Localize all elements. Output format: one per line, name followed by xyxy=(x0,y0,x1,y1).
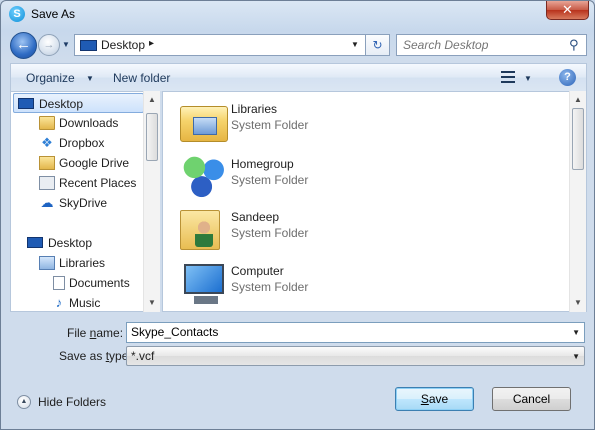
sidebar-item-skydrive[interactable]: ☁ SkyDrive xyxy=(13,193,144,213)
save-as-dialog: S Save As ✕ ← → ▼ Desktop ▸ ▼ ↻ ⚲ Organi… xyxy=(0,0,595,430)
collapse-icon[interactable]: ▲ xyxy=(17,395,31,409)
list-item[interactable]: Homegroup System Folder xyxy=(175,151,555,203)
save-button[interactable]: Save xyxy=(395,387,474,411)
address-bar[interactable]: Desktop ▸ ▼ xyxy=(74,34,366,56)
scrollbar-thumb[interactable] xyxy=(572,108,584,170)
hide-folders-label[interactable]: Hide Folders xyxy=(38,395,106,409)
list-item[interactable]: Sandeep System Folder xyxy=(175,204,555,256)
dropbox-icon: ❖ xyxy=(41,135,53,150)
list-item[interactable]: Libraries System Folder xyxy=(175,96,555,148)
documents-icon xyxy=(53,276,65,290)
list-item[interactable]: Computer System Folder xyxy=(175,258,555,310)
sidebar-item-desktop[interactable]: Desktop xyxy=(13,93,144,113)
hide-folders-toggle[interactable]: ▲ Hide Folders xyxy=(17,394,117,410)
window-title: Save As xyxy=(31,7,76,21)
skype-icon: S xyxy=(9,6,25,22)
scroll-up-icon[interactable]: ▲ xyxy=(570,92,586,108)
chevron-down-icon[interactable]: ▼ xyxy=(572,328,580,337)
sidebar-item-downloads[interactable]: Downloads xyxy=(13,113,144,133)
address-dropdown-icon[interactable]: ▼ xyxy=(351,40,359,49)
sidebar-item-label: SkyDrive xyxy=(59,196,108,210)
computer-icon xyxy=(184,264,224,304)
file-name-combobox[interactable]: ▼ xyxy=(126,322,585,343)
sidebar-item-label: Libraries xyxy=(59,256,106,270)
item-type: System Folder xyxy=(231,280,309,294)
libraries-icon xyxy=(39,256,55,270)
scroll-down-icon[interactable]: ▼ xyxy=(144,295,160,311)
breadcrumb-chevron-icon[interactable]: ▸ xyxy=(149,38,154,49)
user-folder-icon xyxy=(180,210,220,250)
refresh-button[interactable]: ↻ xyxy=(366,34,390,56)
file-name-input[interactable] xyxy=(131,325,561,339)
search-icon[interactable]: ⚲ xyxy=(569,37,579,53)
item-type: System Folder xyxy=(231,118,309,132)
sidebar-item-documents[interactable]: Documents xyxy=(13,273,144,293)
command-bar: Organize ▼ New folder ▼ ? xyxy=(10,63,587,91)
close-button[interactable]: ✕ xyxy=(546,1,589,20)
cancel-button[interactable]: Cancel xyxy=(492,387,571,411)
item-name: Libraries xyxy=(231,102,278,116)
item-name: Homegroup xyxy=(231,157,294,171)
sidebar-item-dropbox[interactable]: ❖ Dropbox xyxy=(13,133,144,153)
sidebar-item-google-drive[interactable]: Google Drive xyxy=(13,153,144,173)
search-box[interactable]: ⚲ xyxy=(396,34,587,56)
sidebar-item-desktop-root[interactable]: Desktop xyxy=(13,233,144,253)
recent-places-icon xyxy=(39,176,55,190)
new-folder-button[interactable]: New folder xyxy=(113,71,170,85)
sidebar-item-label: Music xyxy=(69,296,101,310)
back-button[interactable]: ← xyxy=(10,32,37,59)
desktop-icon xyxy=(80,40,97,51)
skydrive-icon: ☁ xyxy=(40,195,54,210)
forward-button[interactable]: → xyxy=(38,34,60,56)
sidebar-item-label: Downloads xyxy=(59,116,119,130)
sidebar-item-label: Google Drive xyxy=(59,156,130,170)
save-as-type-select[interactable]: *.vcf ▼ xyxy=(126,346,585,366)
item-type: System Folder xyxy=(231,226,309,240)
libraries-icon xyxy=(180,106,228,142)
sidebar-item-libraries[interactable]: Libraries xyxy=(13,253,144,273)
change-view-icon[interactable] xyxy=(501,71,515,83)
scroll-down-icon[interactable]: ▼ xyxy=(570,295,586,311)
downloads-folder-icon xyxy=(39,116,55,130)
sidebar-item-label: Desktop xyxy=(39,97,84,111)
file-list-scrollbar[interactable]: ▲ ▼ xyxy=(569,91,586,312)
scrollbar-thumb[interactable] xyxy=(146,113,158,161)
google-drive-icon xyxy=(39,156,55,170)
sidebar-item-label: Recent Places xyxy=(59,176,137,190)
breadcrumb-desktop[interactable]: Desktop xyxy=(101,38,145,52)
item-name: Computer xyxy=(231,264,284,278)
file-name-label: File name: xyxy=(67,326,124,340)
item-type: System Folder xyxy=(231,173,309,187)
help-icon[interactable]: ? xyxy=(559,69,576,86)
chevron-down-icon[interactable]: ▼ xyxy=(572,352,580,361)
chevron-down-icon[interactable]: ▼ xyxy=(86,74,94,83)
item-name: Sandeep xyxy=(231,210,280,224)
file-list-pane[interactable]: Libraries System Folder Homegroup System… xyxy=(162,91,587,312)
save-as-type-label: Save as type: xyxy=(59,349,132,363)
sidebar-item-recent-places[interactable]: Recent Places xyxy=(13,173,144,193)
recent-pages-dropdown-icon[interactable]: ▼ xyxy=(62,40,70,49)
search-input[interactable] xyxy=(403,38,563,52)
homegroup-icon xyxy=(180,153,228,201)
sidebar-item-music[interactable]: ♪ Music xyxy=(13,293,144,311)
title-bar[interactable]: S Save As ✕ xyxy=(1,1,594,27)
sidebar-item-label: Desktop xyxy=(48,236,93,250)
desktop-icon xyxy=(18,98,34,109)
organize-button[interactable]: Organize xyxy=(26,71,75,85)
navigation-scrollbar[interactable]: ▲ ▼ xyxy=(143,91,160,312)
music-icon: ♪ xyxy=(55,295,63,310)
navigation-pane[interactable]: Desktop Downloads ❖ Dropbox Google Drive… xyxy=(10,91,160,312)
save-as-type-value: *.vcf xyxy=(131,349,155,363)
sidebar-item-label: Documents xyxy=(69,276,130,290)
desktop-icon xyxy=(27,237,43,248)
scroll-up-icon[interactable]: ▲ xyxy=(144,92,160,108)
sidebar-item-label: Dropbox xyxy=(59,136,105,150)
more-options-dropdown-icon[interactable]: ▼ xyxy=(524,74,532,83)
